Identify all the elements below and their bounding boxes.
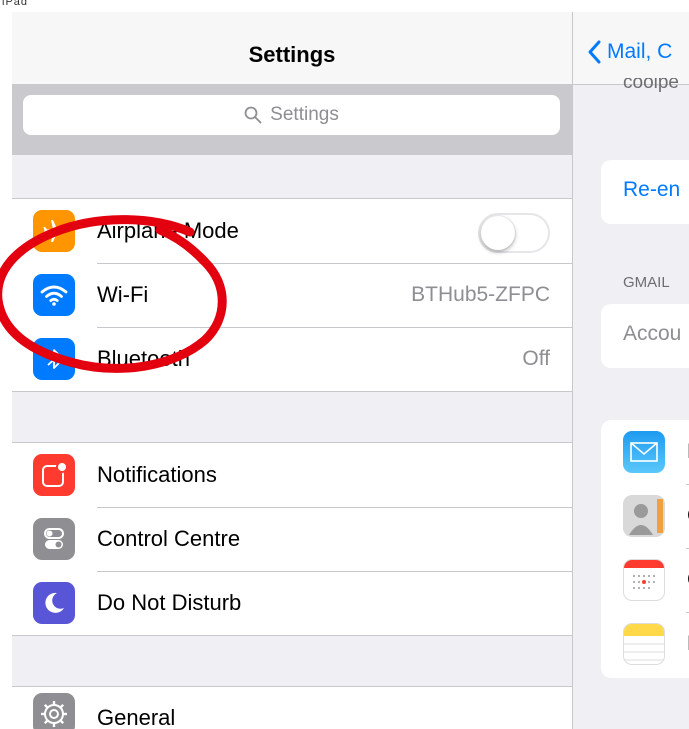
- settings-row-notifications[interactable]: Notifications: [12, 443, 572, 507]
- back-button-label: Mail, C: [607, 40, 673, 63]
- moon-icon: [33, 582, 75, 624]
- detail-pane: Mail, C coolpe Re-en GMAIL Accou M: [573, 12, 689, 729]
- settings-row-bluetooth[interactable]: Bluetooth Off: [12, 327, 572, 391]
- search-placeholder: Settings: [270, 104, 339, 125]
- do-not-disturb-label: Do Not Disturb: [97, 590, 242, 615]
- app-row-contacts[interactable]: C: [601, 484, 689, 548]
- app-row-mail[interactable]: M: [601, 420, 689, 484]
- general-label: General: [97, 705, 176, 729]
- settings-row-control-centre[interactable]: Control Centre: [12, 507, 572, 571]
- app-row-notes[interactable]: N: [601, 612, 689, 676]
- status-bar: iPad: [0, 0, 689, 12]
- airplane-icon: [33, 210, 75, 252]
- connectivity-group: Airplane Mode Wi-Fi BTHub5-ZFPC Bluetoot…: [12, 198, 572, 392]
- bluetooth-icon: [33, 338, 75, 380]
- general-group: General: [12, 686, 572, 729]
- reenter-password-link[interactable]: Re-en: [623, 178, 680, 202]
- settings-row-airplane-mode[interactable]: Airplane Mode: [12, 199, 572, 263]
- apps-group: M C: [601, 420, 689, 678]
- gmail-section-header: GMAIL: [623, 274, 670, 291]
- control-centre-label: Control Centre: [97, 526, 241, 551]
- settings-nav-bar: Settings: [12, 12, 572, 85]
- settings-row-general[interactable]: General: [12, 687, 572, 729]
- airplane-mode-toggle[interactable]: [478, 213, 550, 253]
- contacts-icon: [623, 495, 665, 537]
- settings-row-wifi[interactable]: Wi-Fi BTHub5-ZFPC: [12, 263, 572, 327]
- carrier-label: iPad: [2, 0, 29, 8]
- bluetooth-label: Bluetooth: [97, 346, 190, 371]
- gmail-account-group: Accou: [601, 304, 689, 368]
- notes-icon: [623, 623, 665, 665]
- reenter-group: Re-en: [601, 160, 689, 224]
- detail-nav-bar: Mail, C: [573, 12, 689, 85]
- account-email-fragment: coolpe: [623, 78, 679, 92]
- toggle-knob: [481, 216, 515, 250]
- settings-master-pane: Settings Settings Airplane Mode Wi-Fi BT…: [12, 12, 572, 729]
- search-input[interactable]: Settings: [23, 95, 560, 135]
- wifi-icon: [33, 274, 75, 316]
- app-row-calendar[interactable]: C: [601, 548, 689, 612]
- page-title: Settings: [248, 42, 336, 67]
- gear-icon: [33, 693, 75, 729]
- account-row-label[interactable]: Accou: [623, 322, 681, 346]
- notifications-icon: [33, 454, 75, 496]
- search-bar: Settings: [12, 85, 572, 155]
- wifi-network-value: BTHub5-ZFPC: [411, 283, 550, 306]
- search-icon: [244, 106, 262, 124]
- settings-row-do-not-disturb[interactable]: Do Not Disturb: [12, 571, 572, 635]
- mail-icon: [623, 431, 665, 473]
- wifi-label: Wi-Fi: [97, 282, 149, 307]
- calendar-icon: [623, 559, 665, 601]
- control-centre-icon: [33, 518, 75, 560]
- back-button[interactable]: Mail, C: [587, 40, 672, 64]
- notifications-group: Notifications Control Centre Do Not Dist…: [12, 442, 572, 636]
- chevron-left-icon: [588, 40, 601, 64]
- bluetooth-status-value: Off: [522, 347, 550, 370]
- airplane-mode-label: Airplane Mode: [97, 218, 239, 243]
- notifications-label: Notifications: [97, 462, 217, 487]
